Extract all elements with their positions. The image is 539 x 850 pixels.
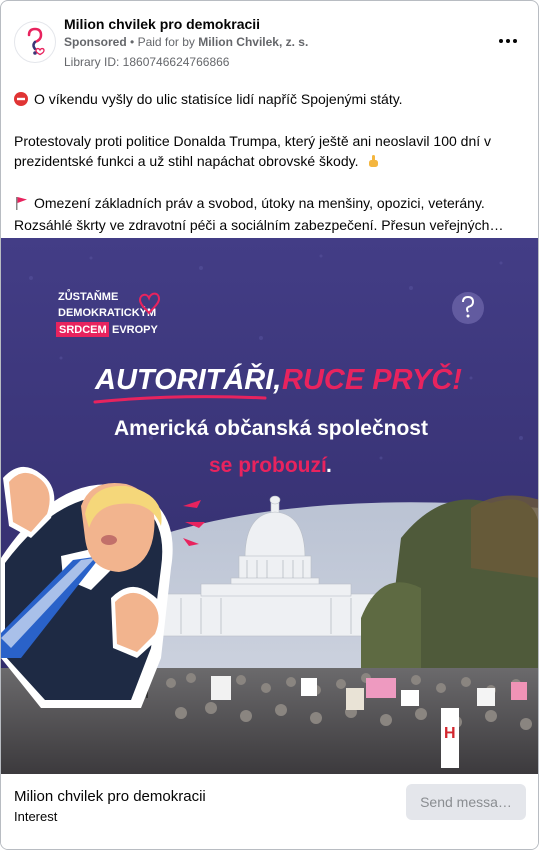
logo-line-3: SRDCEM [59, 324, 107, 336]
more-options-button[interactable] [496, 31, 520, 51]
logo-line-2: DEMOKRATICKÝM [58, 306, 156, 319]
ad-footer: Milion chvilek pro demokracii Interest S… [1, 774, 538, 849]
brand-mark-icon [452, 292, 484, 324]
logo-line-1: ZŮSTAŇME [58, 289, 118, 303]
paragraph-1: O víkendu vyšly do ulic statisíce lidí n… [14, 89, 529, 111]
politician-cutout [1, 466, 173, 708]
dot-separator: • [130, 35, 135, 49]
sponsored-label: Sponsored [64, 35, 127, 49]
footer-page-name[interactable]: Milion chvilek pro demokracii [14, 788, 206, 805]
footer-category: Interest [14, 809, 58, 824]
more-dot [499, 39, 503, 43]
more-dot [513, 39, 517, 43]
post-header: Milion chvilek pro demokracii Sponsored … [1, 1, 538, 81]
subline-text: Americká občanská společnost [114, 417, 428, 440]
more-dot [506, 39, 510, 43]
subline-end: . [326, 454, 332, 477]
post-body: O víkendu vyšly do ulic statisíce lidí n… [14, 89, 529, 235]
sponsored-line: Sponsored • Paid for by Milion Chvilek, … [64, 35, 308, 49]
send-message-button[interactable]: Send messa… [406, 784, 526, 820]
brand-logo-icon [27, 27, 45, 56]
paragraph-2: Protestovaly proti politice Donalda Trum… [14, 131, 529, 173]
library-id: Library ID: 1860746624766866 [64, 55, 230, 69]
creative-artwork: ZŮSTAŇME DEMOKRATICKÝM SRDCEM EVROPY AUT… [1, 238, 538, 774]
headline-white: AUTORITÁŘI, [94, 362, 281, 396]
ad-card: Milion chvilek pro demokracii Sponsored … [0, 0, 539, 850]
page-name-link[interactable]: Milion chvilek pro demokracii [64, 16, 260, 32]
headline-red: RUCE PRYČ! [282, 362, 462, 396]
subline-red: se probouzí [209, 454, 328, 477]
red-flag-icon [14, 195, 28, 215]
paid-for-label: Paid for by [137, 35, 195, 49]
svg-text:H: H [444, 725, 456, 742]
paragraph-1-text: O víkendu vyšly do ulic statisíce lidí n… [34, 91, 403, 107]
pointing-hand-icon [366, 153, 380, 173]
paragraph-3-text: Omezení základních práv a svobod, útoky … [14, 195, 490, 233]
logo-line-4: EVROPY [112, 324, 159, 336]
ad-creative-image[interactable]: ZŮSTAŇME DEMOKRATICKÝM SRDCEM EVROPY AUT… [1, 238, 538, 774]
payer-name[interactable]: Milion Chvilek, z. s. [198, 35, 308, 49]
no-entry-icon [14, 91, 28, 111]
page-avatar[interactable] [14, 21, 56, 63]
paragraph-3: Omezení základních práv a svobod, útoky … [14, 193, 529, 235]
paragraph-2-text: Protestovaly proti politice Donalda Trum… [14, 133, 492, 169]
